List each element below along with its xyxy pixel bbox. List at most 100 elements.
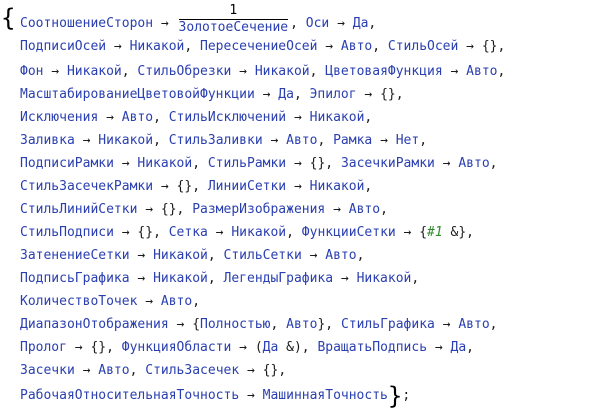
- option-token[interactable]: Никакой: [255, 64, 310, 79]
- punctuation: ,: [106, 340, 122, 355]
- option-token[interactable]: ЗасечкиРамки: [341, 156, 435, 171]
- punctuation: ,: [278, 363, 287, 378]
- punctuation: →: [356, 87, 381, 102]
- option-token[interactable]: СтильПодписи: [20, 225, 114, 240]
- option-token[interactable]: Фон: [20, 64, 43, 79]
- punctuation: ,: [419, 133, 428, 148]
- option-token[interactable]: РазмерИзображения: [192, 202, 325, 217]
- option-token[interactable]: ПересечениеОсей: [200, 39, 317, 54]
- punctuation: →: [262, 133, 287, 148]
- option-token[interactable]: Полностью: [200, 317, 270, 332]
- option-token[interactable]: МасштабированиеЦветовойФункции: [20, 87, 255, 102]
- notebook-output-cell[interactable]: { СоотношениеСторон → 1 ЗолотоеСечение, О…: [0, 0, 610, 414]
- punctuation: →: [231, 340, 255, 355]
- punctuation: ,: [293, 87, 310, 102]
- punctuation: ,: [207, 271, 224, 286]
- punctuation: →: [286, 156, 310, 171]
- option-token[interactable]: МашиннаяТочность: [263, 388, 388, 403]
- option-token[interactable]: СтильОбрезки: [137, 64, 231, 79]
- punctuation: &}: [442, 225, 467, 240]
- option-token[interactable]: СтильЛинийСетки: [20, 202, 137, 217]
- option-token[interactable]: Сетка: [169, 225, 208, 240]
- option-token[interactable]: Авто: [286, 317, 317, 332]
- option-token[interactable]: ЛинииСетки: [208, 179, 286, 194]
- option-token[interactable]: Никакой: [357, 271, 412, 286]
- option-token[interactable]: СтильОсей: [388, 39, 458, 54]
- option-token[interactable]: Никакой: [153, 271, 208, 286]
- option-token[interactable]: ФункцииСетки: [302, 225, 396, 240]
- punctuation: →: [395, 225, 420, 240]
- punctuation: →: [113, 225, 138, 240]
- option-token[interactable]: ФункцияОбласти: [122, 340, 232, 355]
- punctuation: →: [286, 179, 310, 194]
- option-token[interactable]: Засечки: [20, 363, 75, 378]
- option-token[interactable]: Авто: [458, 156, 489, 171]
- punctuation: ,: [497, 64, 506, 79]
- option-token[interactable]: ПодписиОсей: [20, 39, 106, 54]
- option-token[interactable]: Авто: [466, 64, 497, 79]
- option-token[interactable]: Никакой: [98, 133, 153, 148]
- option-token[interactable]: ПодписьГрафика: [20, 271, 130, 286]
- option-token[interactable]: СтильИсключений: [169, 110, 286, 125]
- punctuation: →: [317, 39, 341, 54]
- punctuation: {: [192, 317, 201, 332]
- punctuation: ,: [325, 317, 341, 332]
- punctuation: ,: [466, 340, 474, 355]
- punctuation: →: [254, 87, 279, 102]
- punctuation: {}: [481, 39, 498, 54]
- code-line: СоотношениеСторон → 1 ЗолотоеСечение, Оси…: [20, 4, 376, 35]
- option-token[interactable]: Никакой: [137, 156, 192, 171]
- punctuation: (: [254, 340, 263, 355]
- option-token[interactable]: Авто: [325, 248, 356, 263]
- option-token[interactable]: СтильЗасечекРамки: [20, 179, 153, 194]
- option-token[interactable]: Да: [451, 340, 467, 355]
- option-token[interactable]: Авто: [161, 294, 192, 309]
- option-token[interactable]: Никакой: [310, 110, 365, 125]
- option-token[interactable]: ПодписиРамки: [20, 156, 114, 171]
- option-token[interactable]: ДиапазонОтображения: [20, 317, 169, 332]
- option-token[interactable]: СтильСетки: [224, 248, 302, 263]
- punctuation: →: [137, 202, 161, 217]
- option-token[interactable]: СтильГрафика: [341, 317, 435, 332]
- option-token[interactable]: Никакой: [231, 225, 286, 240]
- option-token[interactable]: Никакой: [310, 179, 365, 194]
- option-token[interactable]: СоотношениеСторон: [20, 16, 153, 31]
- option-token[interactable]: Да: [278, 87, 294, 102]
- option-token[interactable]: Рамка: [333, 133, 372, 148]
- punctuation: ,: [290, 16, 306, 31]
- option-token[interactable]: Авто: [458, 317, 489, 332]
- option-token[interactable]: СтильЗаливки: [169, 133, 263, 148]
- option-token[interactable]: Авто: [98, 363, 129, 378]
- option-token[interactable]: ЛегендыГрафика: [224, 271, 334, 286]
- punctuation: →: [434, 156, 459, 171]
- option-token[interactable]: Авто: [349, 202, 380, 217]
- close-brace: }: [387, 382, 403, 410]
- punctuation: →: [168, 317, 193, 332]
- punctuation: ,: [129, 363, 146, 378]
- option-token[interactable]: Исключения: [20, 110, 98, 125]
- option-token[interactable]: Оси: [306, 16, 329, 31]
- option-token[interactable]: Никакой: [130, 39, 185, 54]
- option-token[interactable]: Да: [263, 340, 279, 355]
- option-token[interactable]: Нет: [396, 133, 419, 148]
- punctuation: →: [301, 248, 326, 263]
- option-token[interactable]: СтильРамки: [208, 156, 286, 171]
- option-token[interactable]: РабочаяОтносительнаяТочность: [20, 388, 239, 403]
- option-token[interactable]: Заливка: [20, 133, 75, 148]
- option-token[interactable]: Пролог: [20, 340, 67, 355]
- option-token[interactable]: ЦветоваяФункция: [325, 64, 442, 79]
- option-token[interactable]: КоличествоТочек: [20, 294, 137, 309]
- option-token[interactable]: Авто: [286, 133, 317, 148]
- option-token[interactable]: ЗатенениеСетки: [20, 248, 130, 263]
- option-token[interactable]: Эпилог: [310, 87, 357, 102]
- option-token[interactable]: Никакой: [153, 248, 208, 263]
- option-token[interactable]: СтильЗасечек: [145, 363, 239, 378]
- option-token[interactable]: Авто: [341, 39, 372, 54]
- option-token[interactable]: Да: [353, 16, 369, 31]
- code-line: СтильЛинийСетки → {}, РазмерИзображения …: [20, 200, 388, 220]
- option-token[interactable]: ВращатьПодпись: [317, 340, 427, 355]
- option-token[interactable]: Авто: [122, 110, 153, 125]
- option-token[interactable]: Никакой: [67, 64, 122, 79]
- code-line: ДиапазонОтображения → {Полностью, Авто},…: [20, 315, 497, 335]
- punctuation: →: [231, 64, 255, 79]
